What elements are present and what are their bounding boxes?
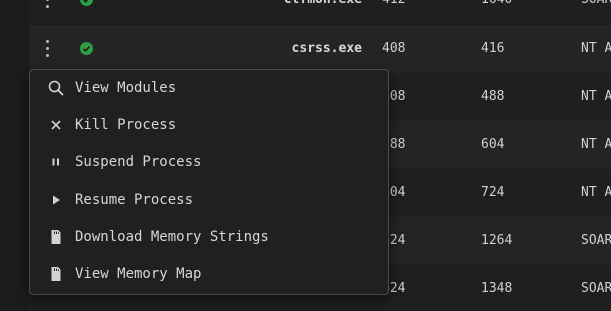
menu-item-label: Download Memory Strings bbox=[75, 229, 269, 245]
status-running-icon bbox=[80, 42, 93, 55]
process-name: ctfmon.exe bbox=[284, 0, 362, 24]
process-user: SOAR bbox=[581, 233, 611, 248]
menu-item-resume-process[interactable]: Resume Process bbox=[30, 182, 388, 219]
status-running-icon bbox=[80, 0, 93, 6]
process-ppid: 604 bbox=[481, 137, 505, 152]
process-user: SOAR bbox=[581, 281, 611, 296]
memory-card-icon bbox=[48, 266, 64, 282]
process-ppid: 416 bbox=[481, 41, 505, 56]
menu-item-label: Suspend Process bbox=[75, 154, 202, 170]
process-user: NT A bbox=[581, 137, 611, 152]
process-pid: 408 bbox=[382, 41, 406, 56]
process-pid: 412 bbox=[382, 0, 405, 24]
process-context-menu: View Modules Kill Process Suspend Proces… bbox=[29, 69, 389, 295]
menu-item-view-modules[interactable]: View Modules bbox=[30, 70, 388, 107]
process-name: csrss.exe bbox=[291, 41, 362, 56]
menu-item-label: Kill Process bbox=[75, 117, 177, 133]
table-row[interactable]: ctfmon.exe 412 1640 SOAR bbox=[29, 0, 611, 24]
memory-card-icon bbox=[48, 229, 64, 245]
process-ppid: 1264 bbox=[481, 233, 513, 248]
process-user: NT A bbox=[581, 185, 611, 200]
row-actions-menu-icon[interactable] bbox=[43, 0, 53, 9]
process-list-page: ctfmon.exe 412 1640 SOAR csrss.exe 408 4… bbox=[0, 0, 611, 311]
close-icon bbox=[48, 117, 64, 133]
table-row[interactable]: csrss.exe 408 416 NT A bbox=[29, 25, 611, 73]
menu-item-kill-process[interactable]: Kill Process bbox=[30, 107, 388, 144]
menu-item-download-memory-strings[interactable]: Download Memory Strings bbox=[30, 219, 388, 256]
menu-item-label: Resume Process bbox=[75, 192, 194, 208]
menu-item-view-memory-map[interactable]: View Memory Map bbox=[30, 256, 388, 293]
process-user: SOAR bbox=[581, 0, 611, 24]
process-ppid: 488 bbox=[481, 89, 505, 104]
process-ppid: 724 bbox=[481, 185, 505, 200]
search-icon bbox=[48, 80, 64, 96]
menu-item-suspend-process[interactable]: Suspend Process bbox=[30, 144, 388, 181]
play-icon bbox=[48, 192, 64, 208]
process-ppid: 1348 bbox=[481, 281, 513, 296]
process-user: NT A bbox=[581, 89, 611, 104]
menu-item-label: View Modules bbox=[75, 80, 177, 96]
pause-icon bbox=[48, 154, 64, 170]
process-user: NT A bbox=[581, 41, 611, 56]
menu-item-label: View Memory Map bbox=[75, 266, 202, 282]
process-ppid: 1640 bbox=[481, 0, 512, 24]
row-actions-menu-icon[interactable] bbox=[43, 40, 53, 58]
